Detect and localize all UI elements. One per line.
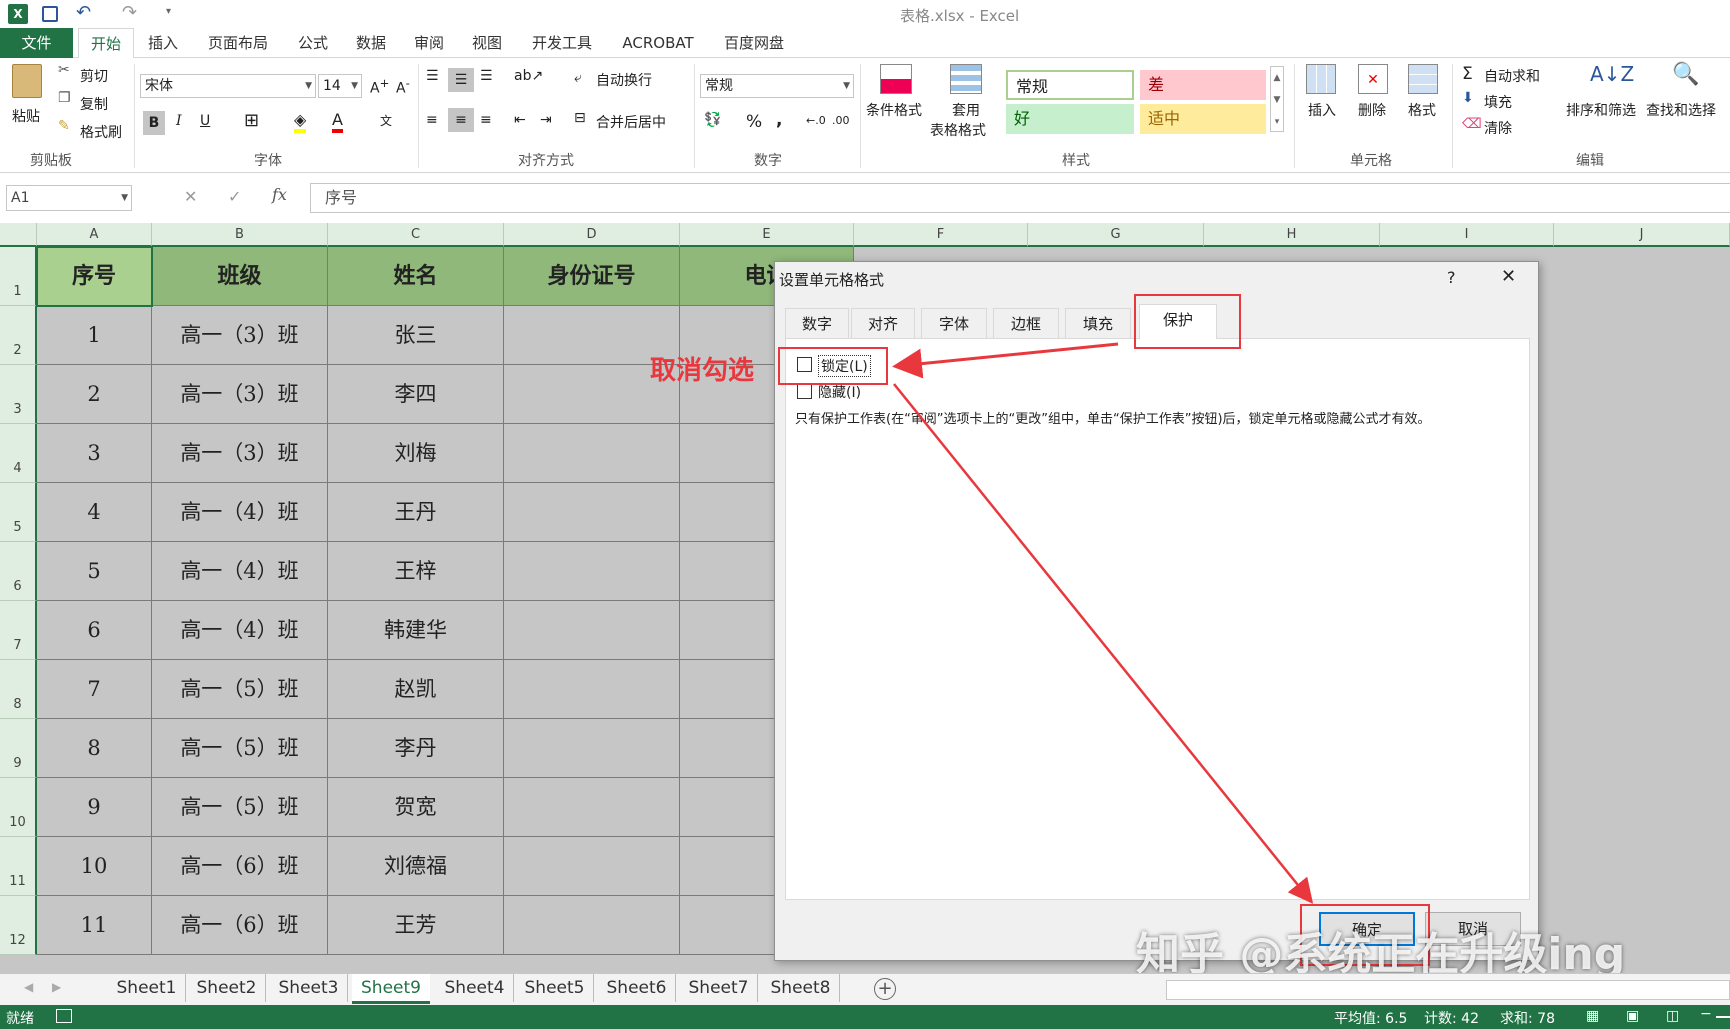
sheet-tab-sheet2[interactable]: Sheet2: [188, 974, 266, 1002]
status-average: 平均值: 6.5: [1334, 1011, 1408, 1027]
sheet-tabs-bar: ◀ ▶ + Sheet1 Sheet2 Sheet3 Sheet9 Sheet4 Shee…: [0, 973, 1730, 1005]
sheet-tab-sheet8[interactable]: Sheet8: [762, 974, 840, 1002]
macro-record-icon[interactable]: [56, 1009, 72, 1023]
sheet-tab-sheet5[interactable]: Sheet5: [516, 974, 594, 1002]
sheet-tab-sheet6[interactable]: Sheet6: [598, 974, 676, 1002]
sheet-tab-sheet3[interactable]: Sheet3: [270, 974, 348, 1002]
horizontal-scrollbar[interactable]: [1166, 980, 1730, 1000]
status-bar: 就绪 平均值: 6.5 计数: 42 求和: 78 ▦ ▣ ◫ −: [0, 1005, 1730, 1029]
sheet-tab-sheet7[interactable]: Sheet7: [680, 974, 758, 1002]
page-layout-view-icon[interactable]: ▣: [1626, 1008, 1639, 1024]
sheet-tab-sheet9[interactable]: Sheet9: [352, 974, 430, 1004]
arrow-to-ok: [893, 383, 1314, 904]
dialog-tab-protection[interactable]: 保护: [1139, 304, 1217, 339]
sheet-scroll-left-icon[interactable]: ◀: [24, 980, 33, 994]
zoom-slider[interactable]: [1716, 1016, 1730, 1018]
status-ready: 就绪: [6, 1011, 34, 1027]
zoom-out-icon[interactable]: −: [1700, 1006, 1712, 1022]
sheet-tab-sheet4[interactable]: Sheet4: [436, 974, 514, 1002]
normal-view-icon[interactable]: ▦: [1586, 1008, 1599, 1024]
add-sheet-icon[interactable]: +: [874, 978, 896, 1000]
status-sum: 求和: 78: [1500, 1011, 1555, 1027]
arrow-to-locked: [892, 342, 1119, 379]
annotation-arrows: [892, 342, 1314, 904]
status-count: 计数: 42: [1424, 1011, 1479, 1027]
page-break-view-icon[interactable]: ◫: [1666, 1008, 1679, 1024]
sheet-scroll-right-icon[interactable]: ▶: [52, 980, 61, 994]
sheet-tab-sheet1[interactable]: Sheet1: [108, 974, 186, 1002]
